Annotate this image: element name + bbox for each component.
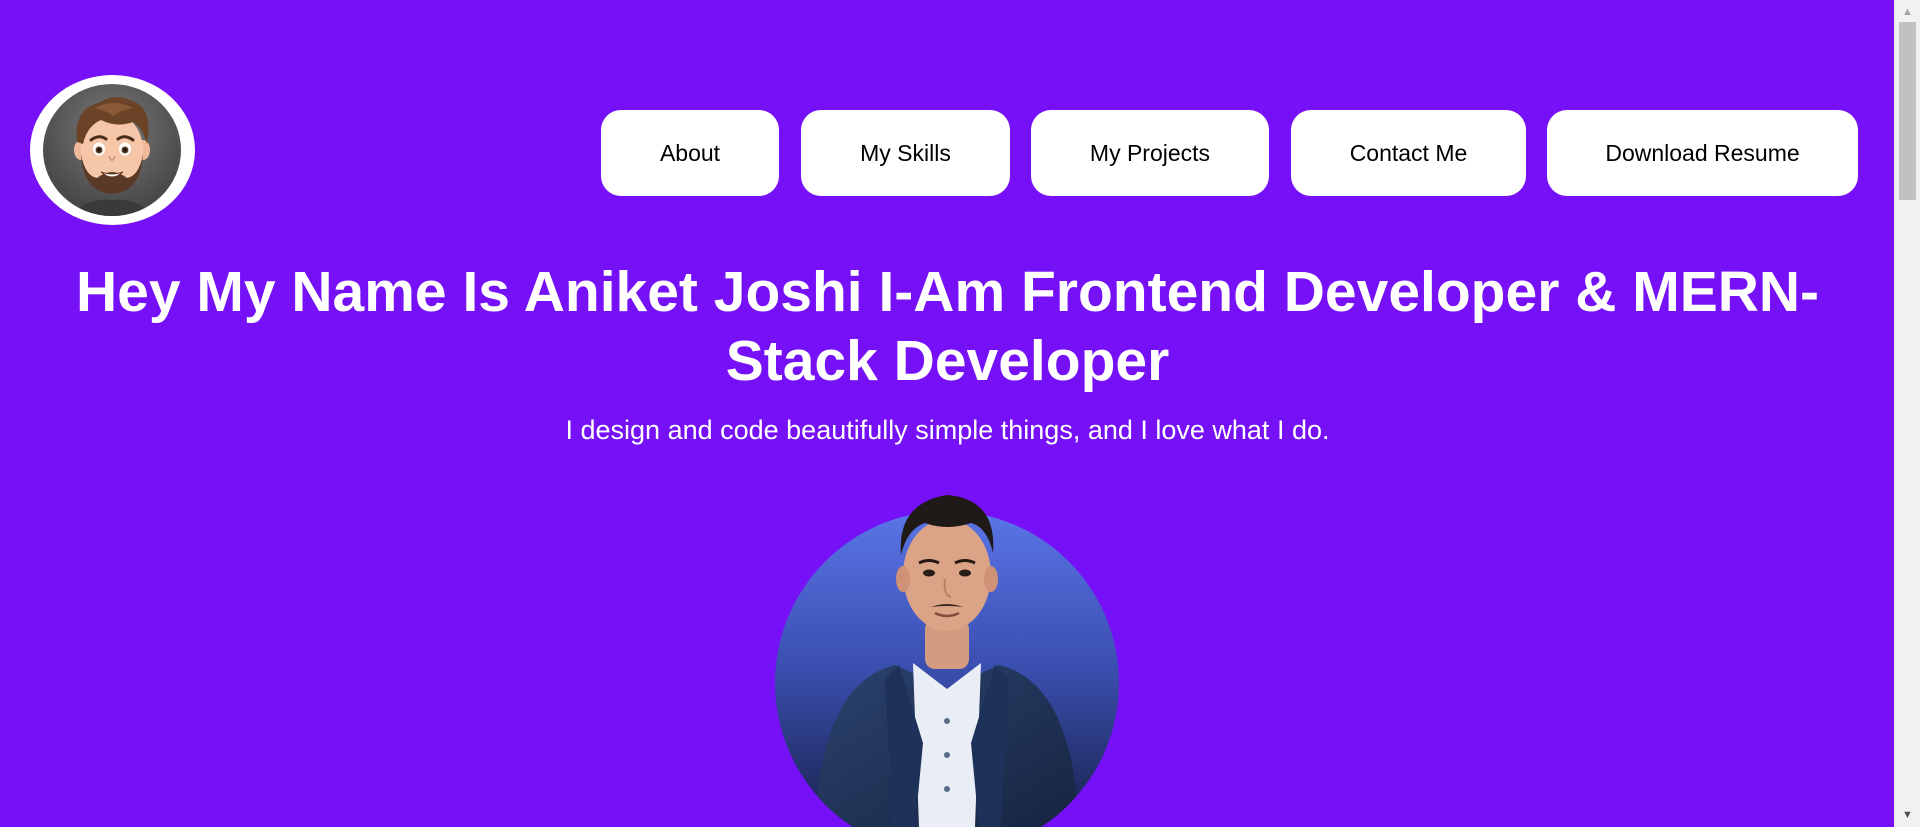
profile-photo [775, 483, 1120, 827]
main-content: About My Skills My Projects Contact Me D… [0, 0, 1895, 827]
scrollbar-thumb[interactable] [1899, 22, 1916, 200]
nav-my-skills-button[interactable]: My Skills [801, 110, 1010, 196]
nav-about-button[interactable]: About [601, 110, 779, 196]
nav-contact-me-button[interactable]: Contact Me [1291, 110, 1526, 196]
main-nav: About My Skills My Projects Contact Me D… [0, 110, 1895, 196]
hero-tagline: I design and code beautifully simple thi… [565, 415, 1330, 445]
hero-headline: Hey My Name Is Aniket Joshi I-Am Fronten… [75, 260, 1820, 393]
download-resume-button[interactable]: Download Resume [1547, 110, 1858, 196]
scroll-down-icon[interactable]: ▼ [1895, 807, 1920, 823]
page: About My Skills My Projects Contact Me D… [0, 0, 1920, 827]
vertical-scrollbar[interactable]: ▲ ▼ [1894, 0, 1920, 827]
scroll-up-icon[interactable]: ▲ [1895, 4, 1920, 20]
nav-my-projects-button[interactable]: My Projects [1031, 110, 1269, 196]
